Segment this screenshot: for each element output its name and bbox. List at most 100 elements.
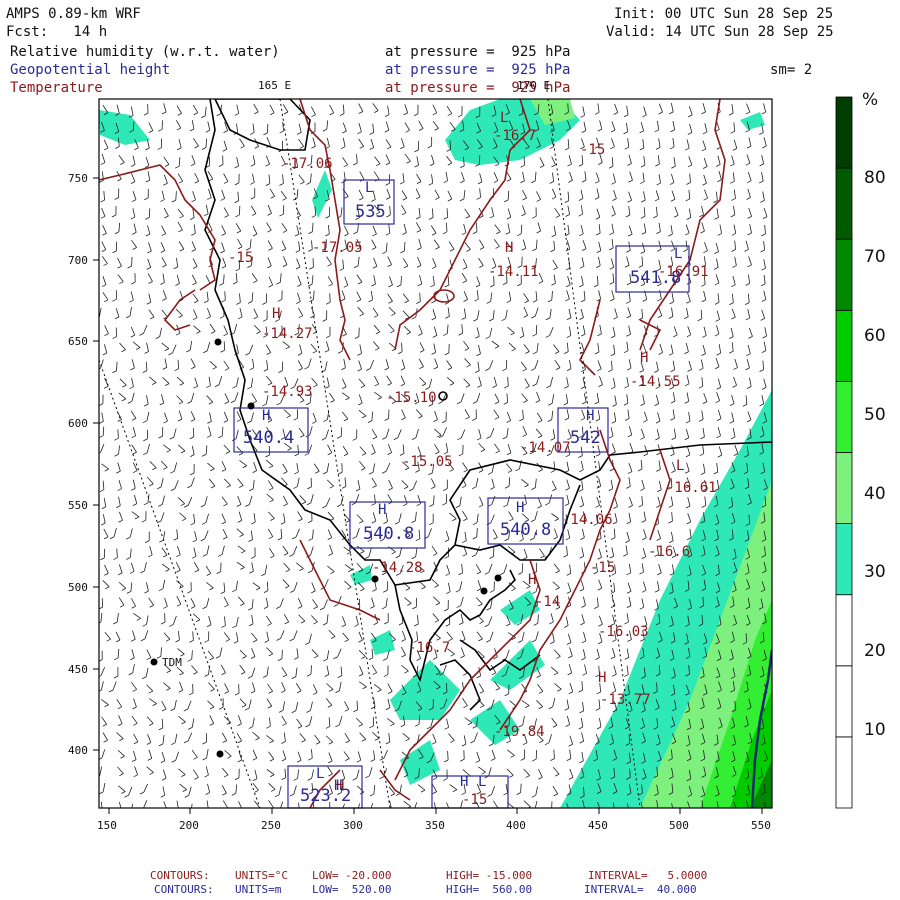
- colorbar-tick: 60: [864, 326, 886, 346]
- wind-barb: [177, 173, 184, 182]
- wind-barb: [734, 444, 739, 454]
- wind-barb-flag: [487, 472, 493, 475]
- wind-barb: [670, 225, 673, 235]
- wind-barb-flag: [161, 111, 167, 115]
- wind-barb: [147, 171, 151, 181]
- wind-barb: [460, 647, 465, 657]
- wind-barb-flag: [293, 778, 298, 781]
- wind-barb-flag: [270, 195, 275, 199]
- wind-barb-flag: [300, 434, 305, 438]
- wind-barb: [582, 325, 586, 335]
- x-tick-300: 300: [343, 819, 363, 832]
- wind-barb-flag: [488, 743, 494, 747]
- wind-barb: [313, 463, 320, 472]
- wind-barb: [445, 443, 449, 453]
- wind-barb-flag: [163, 182, 168, 186]
- wind-barb-flag: [358, 402, 363, 406]
- wind-barb-flag: [610, 537, 616, 540]
- wind-barb: [131, 715, 138, 724]
- wind-barb-flag: [251, 521, 256, 525]
- temp-label: -14: [535, 594, 561, 610]
- wind-barb-flag: [746, 197, 751, 200]
- colorbar-segment: [835, 665, 853, 738]
- wind-barb: [308, 444, 313, 454]
- wind-barb: [223, 173, 229, 182]
- wind-barb-flag: [443, 216, 448, 220]
- wind-barb: [371, 664, 378, 673]
- wind-barb: [581, 614, 585, 624]
- wind-barb-flag: [687, 369, 692, 372]
- wind-barb: [524, 494, 527, 504]
- wind-barb-flag: [306, 673, 312, 677]
- wind-barb-flag: [390, 330, 395, 334]
- wind-barb-flag: [117, 178, 122, 182]
- wind-barb-flag: [714, 302, 720, 305]
- wind-barb: [701, 222, 705, 232]
- wind-barb-flag: [610, 605, 616, 608]
- wind-barb: [311, 649, 319, 657]
- wind-barb-flag: [226, 485, 231, 488]
- wind-barb: [340, 666, 343, 676]
- gph-label: H: [586, 408, 595, 424]
- wind-barb: [283, 732, 286, 742]
- wind-barb-flag: [297, 132, 302, 135]
- wind-barb: [717, 409, 722, 419]
- wind-barb: [326, 479, 334, 487]
- gph-label: L: [478, 774, 487, 790]
- wind-barb-flag: [143, 452, 148, 456]
- wind-barb-flag: [415, 470, 420, 473]
- wind-barb-flag: [129, 571, 135, 574]
- wind-barb: [131, 359, 135, 369]
- wind-barb: [130, 562, 135, 572]
- wind-barb-flag: [669, 182, 675, 185]
- wind-barb-flag: [578, 689, 583, 693]
- wind-barb: [731, 293, 734, 303]
- wind-barb: [326, 463, 330, 473]
- wind-barb-flag: [311, 590, 316, 594]
- wind-barb-flag: [504, 485, 510, 489]
- wind-barb-flag: [581, 179, 587, 183]
- wind-barb: [566, 546, 568, 556]
- wind-barb-flag: [362, 686, 367, 690]
- wind-barb-flag: [379, 776, 384, 780]
- wind-barb: [192, 191, 196, 200]
- wind-barb: [401, 190, 408, 199]
- wind-barb-flag: [148, 281, 153, 284]
- wind-barb-flag: [473, 318, 478, 322]
- wind-barb: [508, 477, 511, 487]
- wind-barb-flag: [274, 794, 280, 798]
- wind-barb-flag: [230, 400, 236, 404]
- wind-barb: [298, 241, 301, 251]
- wind-barb-flag: [404, 300, 409, 304]
- wind-barb-flag: [610, 386, 616, 390]
- wind-barb: [491, 340, 500, 347]
- wind-barb: [208, 615, 212, 625]
- wind-barb: [460, 596, 464, 606]
- wind-barb: [551, 717, 558, 726]
- wind-barb: [129, 548, 132, 558]
- wind-barb-flag: [406, 160, 411, 164]
- wind-barb-flag: [149, 316, 155, 320]
- wind-barb-flag: [266, 725, 271, 729]
- wind-barb: [251, 632, 258, 641]
- wind-barb: [118, 715, 123, 724]
- wind-barb: [478, 442, 486, 450]
- wind-barb-flag: [255, 737, 260, 741]
- wind-barb-flag: [341, 485, 347, 489]
- wind-barb-flag: [655, 146, 661, 150]
- wind-barb: [569, 171, 573, 181]
- wind-barb: [312, 529, 314, 539]
- wind-barb: [658, 222, 661, 232]
- wind-barb-flag: [190, 454, 195, 457]
- wind-barb-flag: [307, 570, 313, 574]
- wind-barb: [161, 257, 167, 266]
- wind-barb-flag: [503, 402, 508, 405]
- wind-barb: [670, 496, 674, 506]
- wind-barb: [356, 514, 364, 522]
- wind-barb: [703, 174, 707, 184]
- wind-barb: [478, 257, 484, 266]
- wind-barb-flag: [668, 505, 673, 508]
- wind-barb-flag: [641, 231, 647, 235]
- wind-barb-flag: [202, 757, 207, 761]
- wind-barb: [326, 341, 330, 351]
